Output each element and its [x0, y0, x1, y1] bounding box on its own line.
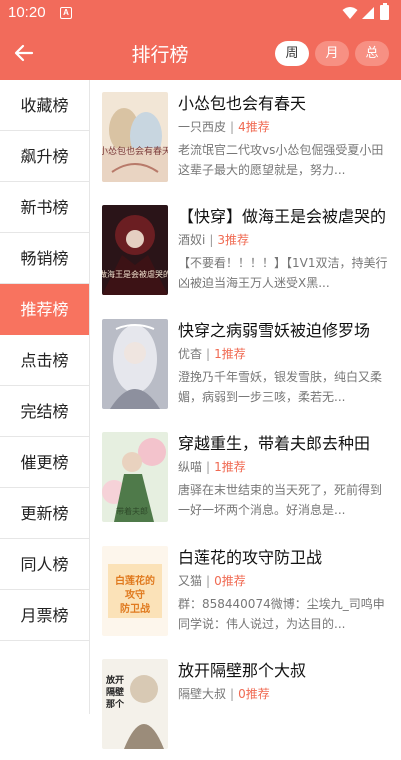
book-author: 纵喵	[178, 460, 203, 474]
book-meta: 纵喵 | 1推荐	[178, 458, 246, 475]
book-author: 优杳	[178, 347, 203, 361]
svg-text:攻守: 攻守	[125, 588, 145, 601]
sidebar-item-updated[interactable]: 更新榜	[0, 488, 89, 539]
sidebar-item-monthly-ticket[interactable]: 月票榜	[0, 590, 89, 641]
sidebar-item-clicks[interactable]: 点击榜	[0, 335, 89, 386]
book-cover-image: 放开 隔壁 那个	[102, 659, 168, 749]
book-item[interactable]: 小怂包也会有春天 小怂包也会有春天 一只西皮 | 4推荐 老流氓官二代攻vs小怂包倔…	[90, 80, 401, 193]
book-item[interactable]: 放开 隔壁 那个 放开隔壁那个大叔 隔壁大叔 | 0推荐	[90, 647, 401, 760]
sidebar-item-rising[interactable]: 飙升榜	[0, 131, 89, 182]
book-author: 一只西皮	[178, 120, 227, 134]
book-cover-image: 做海王是会被虐哭的	[102, 205, 168, 295]
sidebar-item-completed[interactable]: 完结榜	[0, 386, 89, 437]
book-description: 群：858440074微博：尘埃九_司鸣申同学说：伟人说过，为达目的...	[178, 597, 385, 631]
book-author: 又猫	[178, 574, 203, 588]
signal-icon	[362, 7, 374, 19]
svg-text:白莲花的: 白莲花的	[115, 574, 155, 587]
sidebar-item-new[interactable]: 新书榜	[0, 182, 89, 233]
book-item[interactable]: 快穿之病弱雪妖被迫修罗场 优杳 | 1推荐 澄挽乃千年雪妖，银发雪肤，纯白又柔媚，病…	[90, 307, 401, 420]
book-meta: 隔壁大叔 | 0推荐	[178, 685, 270, 702]
book-meta: 酒奴i | 3推荐	[178, 231, 249, 248]
book-title[interactable]: 小怂包也会有春天	[178, 90, 393, 114]
sidebar-item-urge[interactable]: 催更榜	[0, 437, 89, 488]
svg-text:那个: 那个	[106, 698, 125, 710]
recommend-count: 0推荐	[238, 687, 270, 701]
svg-text:带着夫郎: 带着夫郎	[116, 506, 148, 516]
meta-separator: |	[206, 460, 211, 474]
period-week-button[interactable]: 周	[275, 41, 309, 66]
book-description: 【不要看！！！！】【1V1双洁，持美行凶被迫当海王万人迷受X黑...	[178, 256, 388, 290]
recommend-count: 1推荐	[214, 347, 246, 361]
sidebar-item-fanfic[interactable]: 同人榜	[0, 539, 89, 590]
svg-text:防卫战: 防卫战	[120, 602, 150, 615]
book-description: 唐驿在末世结束的当天死了，死前得到一好一坏两个消息。好消息是...	[178, 483, 383, 517]
recommend-count: 1推荐	[214, 460, 246, 474]
book-cover-image: 带着夫郎	[102, 432, 168, 522]
book-title[interactable]: 白莲花的攻守防卫战	[178, 544, 393, 568]
recommend-count: 3推荐	[217, 233, 250, 247]
book-item[interactable]: 做海王是会被虐哭的 【快穿】做海王是会被虐哭的 酒奴i | 3推荐 【不要看！！！！…	[90, 193, 401, 306]
svg-text:做海王是会被虐哭的: 做海王是会被虐哭的	[102, 269, 168, 279]
svg-text:隔壁: 隔壁	[106, 686, 124, 698]
app-header: 排行榜 周 月 总	[0, 27, 401, 80]
meta-separator: |	[206, 574, 211, 588]
book-item[interactable]: 白莲花的 攻守 防卫战 白莲花的攻守防卫战 又猫 | 0推荐 群：858440074…	[90, 534, 401, 647]
book-title[interactable]: 【快穿】做海王是会被虐哭的	[178, 203, 393, 227]
book-title[interactable]: 穿越重生，带着夫郎去种田	[178, 430, 393, 454]
recommend-count: 4推荐	[238, 120, 270, 134]
meta-separator: |	[230, 687, 235, 701]
book-cover-image	[102, 319, 168, 409]
meta-separator: |	[209, 233, 214, 247]
svg-text:小怂包也会有春天: 小怂包也会有春天	[102, 145, 168, 157]
status-bar: 10:20 A	[0, 0, 401, 27]
wifi-icon	[342, 7, 358, 19]
meta-separator: |	[206, 347, 211, 361]
book-meta: 又猫 | 0推荐	[178, 572, 246, 589]
period-month-button[interactable]: 月	[315, 41, 349, 66]
sidebar-item-collection[interactable]: 收藏榜	[0, 80, 89, 131]
book-author: 隔壁大叔	[178, 687, 227, 701]
ranking-sidebar: 收藏榜 飙升榜 新书榜 畅销榜 推荐榜 点击榜 完结榜 催更榜 更新榜 同人榜 …	[0, 80, 90, 714]
page-title: 排行榜	[131, 44, 189, 66]
book-title[interactable]: 快穿之病弱雪妖被迫修罗场	[178, 317, 393, 341]
book-cover-image: 白莲花的 攻守 防卫战	[102, 546, 168, 636]
book-author: 酒奴i	[178, 233, 206, 247]
book-cover-image: 小怂包也会有春天	[102, 92, 168, 182]
svg-text:放开: 放开	[105, 674, 124, 686]
book-description: 澄挽乃千年雪妖，银发雪肤，纯白又柔媚，病弱到一步三咳，柔若无...	[178, 370, 383, 404]
book-title[interactable]: 放开隔壁那个大叔	[178, 657, 393, 681]
battery-icon	[380, 3, 389, 20]
sidebar-item-bestseller[interactable]: 畅销榜	[0, 233, 89, 284]
book-description: 老流氓官二代攻vs小怂包倔强受夏小田这辈子最大的愿望就是，努力...	[178, 143, 384, 177]
status-time: 10:20	[8, 4, 46, 21]
sidebar-item-recommend[interactable]: 推荐榜	[0, 284, 89, 335]
meta-separator: |	[230, 120, 235, 134]
book-meta: 优杳 | 1推荐	[178, 345, 246, 362]
book-item[interactable]: 带着夫郎 穿越重生，带着夫郎去种田 纵喵 | 1推荐 唐驿在末世结束的当天死了，死前…	[90, 420, 401, 533]
recommend-count: 0推荐	[214, 574, 246, 588]
book-meta: 一只西皮 | 4推荐	[178, 118, 270, 135]
notification-a-icon: A	[60, 7, 72, 19]
period-total-button[interactable]: 总	[355, 41, 389, 66]
